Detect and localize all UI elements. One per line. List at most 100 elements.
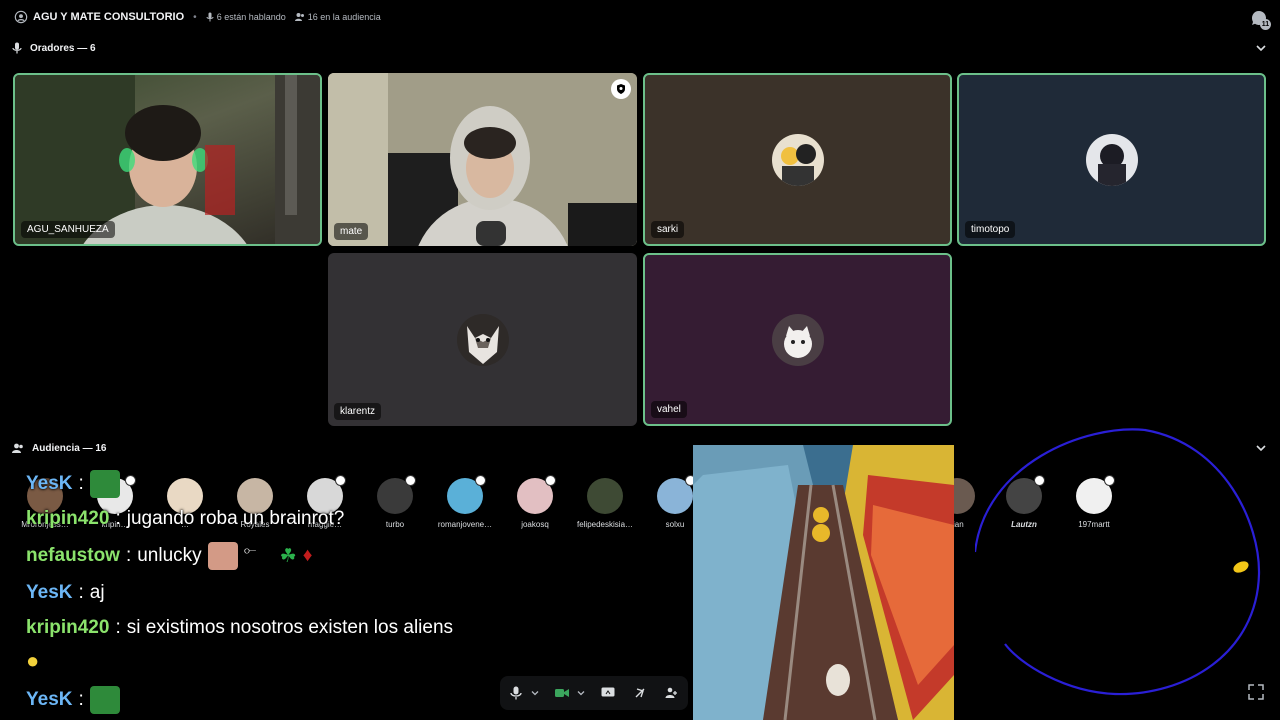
speaker-tile-vahel[interactable]: vahel (643, 253, 952, 426)
avatar (771, 133, 824, 186)
avatar (517, 475, 556, 514)
speaking-count: 6 están hablando (206, 12, 286, 22)
camera-options-button[interactable] (576, 683, 586, 703)
chat-text: aj (89, 582, 105, 603)
voice-control-bar (500, 676, 688, 710)
speaker-tile-mate[interactable]: mate (328, 73, 637, 246)
stage-title: AGU Y MATE CONSULTORIO (33, 11, 185, 23)
emote-icon: ● (26, 648, 40, 673)
shield-icon (617, 84, 625, 94)
chat-colon: : (125, 545, 132, 566)
mic-options-button[interactable] (530, 683, 540, 703)
no-activity-icon (635, 688, 645, 698)
mic-button[interactable] (506, 683, 526, 703)
audience-member-name: turbo (385, 520, 405, 529)
avatar (587, 478, 623, 514)
speaker-tile-agu[interactable]: AGU_SANHUEZA (13, 73, 322, 246)
chevron-down-icon (577, 691, 585, 696)
speaker-name: sarki (651, 221, 685, 238)
hand-raised-icon (125, 475, 136, 486)
top-bar: AGU Y MATE CONSULTORIO • 6 están habland… (0, 0, 1280, 34)
speaker-name: klarentz (334, 403, 382, 420)
avatar (377, 475, 416, 514)
audience-member-name: joakosq (521, 520, 549, 529)
chat-colon: : (115, 508, 121, 529)
chat-message: nefaustow: unlucky ⟜ ☘ ♦ (26, 542, 312, 570)
fullscreen-icon[interactable] (1248, 684, 1264, 700)
audience-count-label: 16 en la audiencia (307, 12, 381, 22)
inbox-button[interactable]: 11 (1250, 9, 1271, 30)
hand-raised-icon (405, 475, 416, 486)
audience-header-label: Audiencia — 16 (32, 442, 107, 454)
chat-username: YesK (26, 582, 73, 603)
chat-message: kripin420: si existimos nosotros existen… (26, 617, 453, 639)
chat-message: kripin420: jugando roba un brainrot? (26, 508, 344, 530)
avatar (657, 475, 696, 514)
activity-button[interactable] (630, 683, 650, 703)
audience-icon (665, 687, 677, 698)
speaker-name: timotopo (965, 221, 1016, 238)
audience-member[interactable]: romanjovene… (430, 475, 500, 529)
camera-icon (555, 689, 569, 697)
chat-colon: : (78, 473, 84, 494)
screen-share-icon (601, 687, 615, 697)
ring-drawing (975, 428, 1261, 696)
mic-icon (206, 12, 214, 22)
chat-message: YesK: (26, 470, 120, 498)
hand-raised-icon (475, 475, 486, 486)
emote-icon: ♦ (302, 545, 313, 566)
chat-message: YesK: (26, 686, 120, 714)
chat-emote-line: ● (26, 648, 39, 674)
speaker-name: AGU_SANHUEZA (21, 221, 115, 238)
audience-member-name: felipedeskisia… (576, 520, 634, 529)
people-icon (12, 443, 23, 453)
chat-colon: : (78, 582, 84, 603)
speaker-tile-klarentz[interactable]: klarentz (328, 253, 637, 426)
chat-username: YesK (26, 689, 73, 710)
audience-member-name: romanjovene… (437, 520, 493, 529)
avatar (447, 475, 486, 514)
emote-icon (207, 542, 238, 570)
game-video-overlay (693, 445, 954, 720)
camera-button[interactable] (552, 683, 572, 703)
emote-icon: ⟜ (243, 542, 257, 559)
hand-raised-icon (335, 475, 346, 486)
avatar (771, 313, 824, 366)
chevron-down-icon[interactable] (1254, 41, 1268, 55)
screen-share-button[interactable] (598, 683, 618, 703)
chat-text: si existimos nosotros existen los aliens (126, 617, 454, 638)
speakers-header[interactable]: Oradores — 6 (12, 39, 1268, 57)
speaker-tile-timotopo[interactable]: timotopo (957, 73, 1266, 246)
stage-icon (14, 10, 28, 24)
people-icon (294, 13, 304, 21)
emote-icon (89, 470, 120, 498)
chat-colon: : (78, 689, 84, 710)
audience-member[interactable]: turbo (360, 475, 430, 529)
audience-count: 16 en la audiencia (294, 12, 381, 22)
chat-message: YesK: aj (26, 582, 105, 604)
chat-username: kripin420 (26, 617, 110, 638)
speakers-header-label: Oradores — 6 (30, 42, 96, 54)
speaker-name: vahel (651, 401, 687, 418)
emote-icon (89, 686, 120, 714)
chat-username: nefaustow (26, 545, 120, 566)
avatar (1085, 133, 1138, 186)
chevron-down-icon (531, 691, 539, 696)
mic-icon (12, 42, 22, 54)
audience-button[interactable] (662, 683, 682, 703)
shield-badge (611, 79, 631, 99)
audience-member[interactable]: joakosq (500, 475, 570, 529)
speaker-name: mate (334, 223, 369, 240)
avatar (456, 313, 509, 366)
clover-icon: ☘ (279, 545, 297, 567)
speaking-count-label: 6 están hablando (216, 12, 286, 22)
mic-icon (510, 686, 522, 700)
chat-text: unlucky (137, 545, 202, 566)
speaker-tile-sarki[interactable]: sarki (643, 73, 952, 246)
separator-dot: • (193, 11, 197, 23)
chat-colon: : (115, 617, 121, 638)
audience-member[interactable]: felipedeskisia… (570, 478, 640, 529)
chat-username: kripin420 (26, 508, 110, 529)
chat-username: YesK (26, 473, 73, 494)
inbox-badge: 11 (1260, 19, 1271, 30)
